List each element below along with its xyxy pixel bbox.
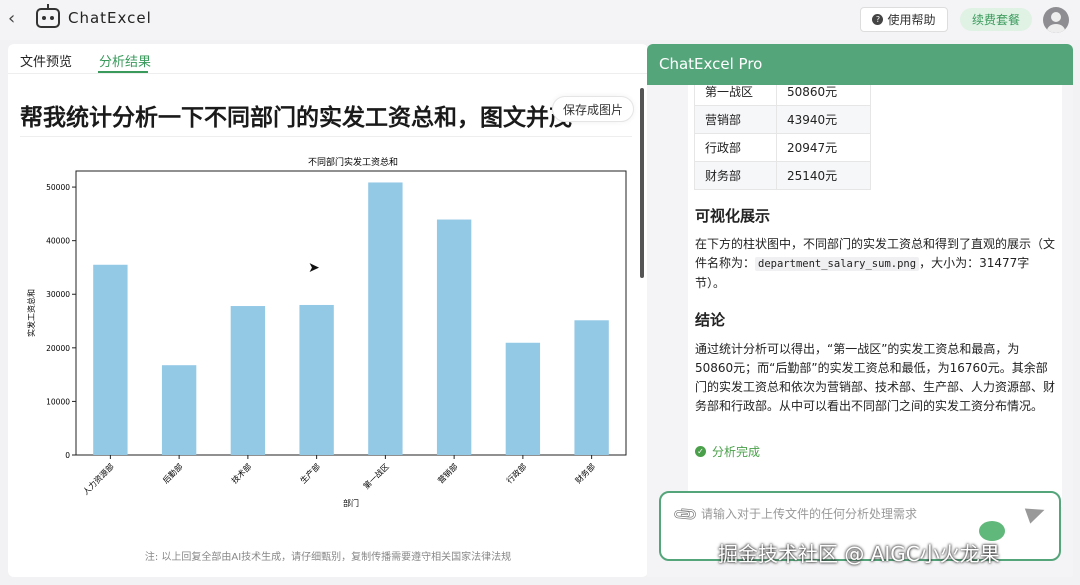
x-tick-label: 后勤部 [160, 461, 184, 485]
top-bar: ‹ ChatExcel ? 使用帮助 续费套餐 [0, 0, 1080, 40]
check-circle-icon: ✓ [695, 446, 706, 457]
x-tick-label: 生产部 [298, 461, 322, 485]
watermark: 掘金技术社区 @ AIGC小火龙果 [718, 542, 1000, 566]
y-tick-label: 20000 [46, 344, 70, 353]
robot-logo-icon [36, 4, 60, 28]
brand-name: ChatExcel [68, 9, 152, 27]
help-label: 使用帮助 [887, 13, 936, 27]
x-tick-label: 营销部 [435, 461, 459, 485]
user-avatar[interactable] [1043, 7, 1069, 33]
bar-4 [368, 182, 403, 455]
active-tab-indicator [98, 71, 148, 73]
disclaimer-note: 注: 以上回复全部由AI技术生成，请仔细甄别，复制传播需要遵守相关国家法律法规 [144, 552, 512, 563]
table-row: 行政部 20947元 [694, 133, 871, 162]
question-title: 帮我统计分析一下不同部门的实发工资总和，图文并茂 [20, 105, 572, 131]
y-tick-label: 40000 [46, 237, 70, 246]
bar-7 [574, 320, 609, 455]
bar-0 [93, 264, 128, 455]
divider [20, 136, 632, 137]
y-axis-label: 实发工资总和 [26, 289, 36, 337]
back-arrow-icon[interactable]: ‹ [8, 8, 15, 29]
x-tick-label: 行政部 [504, 461, 528, 485]
x-tick-label: 第一战区 [361, 461, 391, 491]
help-button[interactable]: ? 使用帮助 [860, 7, 948, 32]
bar-6 [505, 342, 541, 455]
paperclip-icon[interactable]: 📎︎ [671, 500, 700, 529]
visualization-heading: 可视化展示 [695, 207, 771, 225]
result-panel: 文件预览 分析结果 帮我统计分析一下不同部门的实发工资总和，图文并茂 保存成图片… [8, 44, 648, 577]
conclusion-heading: 结论 [695, 311, 726, 329]
renew-plan-button[interactable]: 续费套餐 [960, 8, 1032, 31]
tab-bar: 文件预览 分析结果 [8, 44, 648, 74]
table-row: 第一战区 50860元 [694, 85, 871, 106]
bar-5 [436, 219, 472, 455]
y-tick-label: 0 [65, 451, 70, 460]
table-row: 营销部 43940元 [694, 105, 871, 134]
bar-1 [161, 365, 197, 455]
y-tick-label: 30000 [46, 290, 70, 299]
visualization-paragraph: 在下方的柱状图中，不同部门的实发工资总和得到了直观的展示（文件名称为： depar… [695, 237, 1056, 290]
bar-3 [299, 304, 334, 455]
x-tick-label: 人力资源部 [80, 461, 115, 496]
conclusion-paragraph: 通过统计分析可以得出，“第一战区”的实发工资总和最高，为50860元；而“后勤部… [695, 342, 1056, 413]
y-tick-label: 10000 [46, 397, 70, 406]
x-tick-label: 财务部 [573, 461, 597, 485]
logo: ChatExcel [36, 4, 152, 28]
mouse-cursor-icon: ➤ [308, 260, 320, 276]
tab-file-preview[interactable]: 文件预览 [20, 51, 72, 70]
analysis-status: ✓ 分析完成 [695, 443, 760, 460]
status-label: 分析完成 [712, 445, 761, 459]
chat-title: ChatExcel Pro [659, 55, 763, 73]
chat-panel: ChatExcel Pro 第一战区 50860元 营销部 43940元 行政部 20… [647, 44, 1073, 577]
chart-title: 不同部门实发工资总和 [308, 156, 398, 168]
x-axis-label: 部门 [343, 498, 359, 508]
chat-header: ChatExcel Pro [647, 44, 1073, 85]
assistant-message: 第一战区 50860元 营销部 43940元 行政部 20947元 财务部 25140元… [688, 85, 1062, 507]
plot-frame [75, 170, 627, 456]
bar-chart: 不同部门实发工资总和 部门 实发工资总和 0 10000 20000 30000 400… [8, 144, 648, 524]
bar-2 [230, 306, 266, 455]
tab-analysis-result[interactable]: 分析结果 [99, 51, 151, 70]
salary-table: 第一战区 50860元 营销部 43940元 行政部 20947元 财务部 25140元 [694, 85, 871, 190]
send-icon[interactable] [1024, 502, 1048, 524]
y-tick-label: 50000 [46, 183, 70, 192]
chart-svg: 不同部门实发工资总和 部门 实发工资总和 0 10000 20000 30000 400… [26, 156, 627, 508]
question-icon: ? [872, 14, 884, 25]
table-row: 财务部 25140元 [694, 161, 871, 190]
save-image-button[interactable]: 保存成图片 [552, 96, 634, 122]
chat-input[interactable] [701, 507, 981, 521]
vertical-scrollbar[interactable] [640, 88, 644, 278]
file-name-code: department_salary_sum.png [755, 257, 920, 271]
x-tick-label: 技术部 [229, 461, 253, 485]
